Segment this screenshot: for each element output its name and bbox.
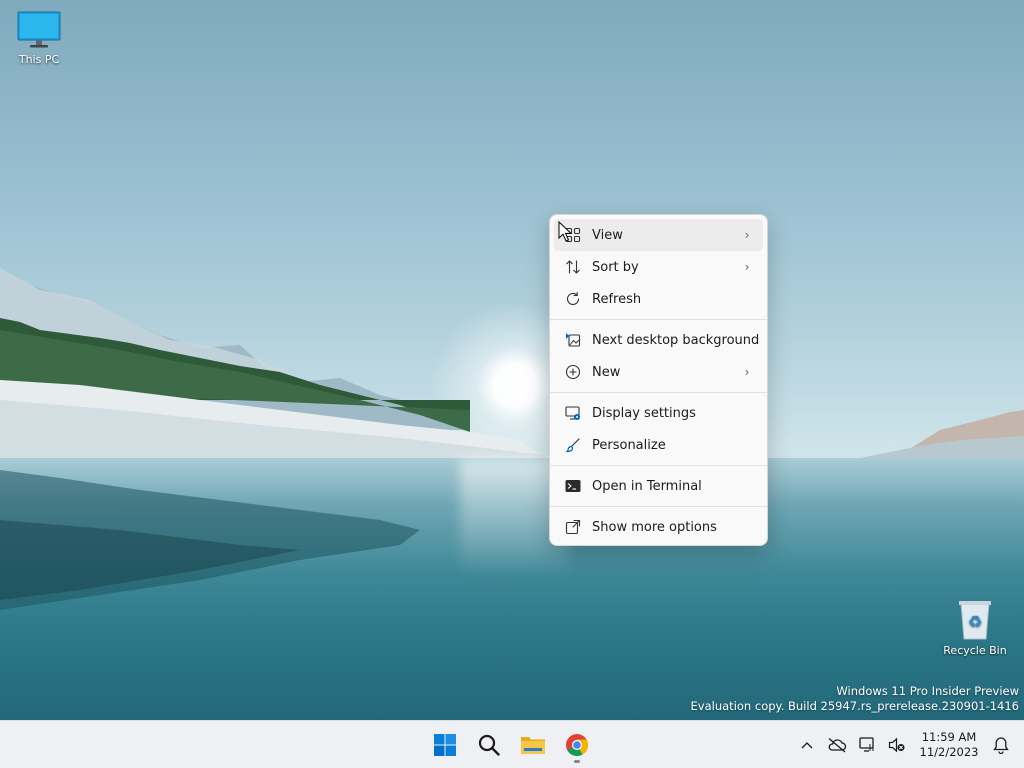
menu-item-label: Show more options bbox=[592, 519, 717, 535]
search-button[interactable] bbox=[469, 725, 509, 765]
running-indicator bbox=[574, 760, 580, 763]
clock-time: 11:59 AM bbox=[921, 730, 977, 744]
menu-item-display-settings[interactable]: Display settings bbox=[554, 397, 763, 429]
mouse-cursor-icon bbox=[558, 221, 572, 242]
menu-item-sort-by[interactable]: Sort by › bbox=[554, 251, 763, 283]
taskbar: 11:59 AM 11/2/2023 bbox=[0, 720, 1024, 768]
chevron-right-icon: › bbox=[744, 365, 750, 379]
taskbar-apps bbox=[425, 721, 597, 768]
menu-item-label: Sort by bbox=[592, 259, 639, 275]
desktop-context-menu: View › Sort by › Refresh Next desktop ba… bbox=[549, 214, 768, 546]
menu-separator bbox=[550, 506, 767, 507]
menu-item-open-in-terminal[interactable]: Open in Terminal bbox=[554, 470, 763, 502]
sort-icon bbox=[564, 258, 582, 276]
menu-separator bbox=[550, 319, 767, 320]
network-disconnected-icon bbox=[859, 737, 874, 752]
cloud-offline-icon bbox=[828, 738, 847, 753]
chevron-right-icon: › bbox=[744, 260, 750, 274]
menu-item-next-desktop-background[interactable]: Next desktop background bbox=[554, 324, 763, 356]
desktop-icon-this-pc[interactable]: This PC bbox=[3, 10, 75, 66]
notifications-button[interactable] bbox=[986, 725, 1016, 765]
evaluation-watermark: Windows 11 Pro Insider Preview Evaluatio… bbox=[691, 684, 1019, 714]
menu-separator bbox=[550, 465, 767, 466]
new-plus-icon bbox=[564, 363, 582, 381]
chevron-right-icon: › bbox=[744, 228, 750, 242]
windows-start-icon bbox=[434, 734, 456, 756]
taskbar-clock[interactable]: 11:59 AM 11/2/2023 bbox=[918, 730, 980, 760]
personalize-brush-icon bbox=[564, 436, 582, 454]
menu-item-label: Display settings bbox=[592, 405, 696, 421]
show-more-options-icon bbox=[564, 518, 582, 536]
volume-tray-button[interactable] bbox=[882, 725, 912, 765]
menu-item-show-more-options[interactable]: Show more options bbox=[554, 511, 763, 543]
refresh-icon bbox=[564, 290, 582, 308]
chevron-up-icon bbox=[801, 742, 813, 749]
menu-item-label: Personalize bbox=[592, 437, 666, 453]
onedrive-tray-button[interactable] bbox=[822, 725, 852, 765]
network-tray-button[interactable] bbox=[852, 725, 882, 765]
system-tray: 11:59 AM 11/2/2023 bbox=[792, 721, 1024, 768]
desktop-icon-label: This PC bbox=[18, 53, 60, 66]
clock-date: 11/2/2023 bbox=[919, 745, 979, 759]
desktop[interactable]: This PC ♻ Recycle Bin Windows 11 Pro Ins… bbox=[0, 0, 1024, 720]
next-background-icon bbox=[564, 331, 582, 349]
menu-separator bbox=[550, 392, 767, 393]
menu-item-personalize[interactable]: Personalize bbox=[554, 429, 763, 461]
watermark-line-1: Windows 11 Pro Insider Preview bbox=[836, 684, 1019, 698]
desktop-icon-label: Recycle Bin bbox=[943, 644, 1007, 657]
chrome-icon bbox=[566, 734, 588, 756]
menu-item-new[interactable]: New › bbox=[554, 356, 763, 388]
recycle-bin-icon: ♻ bbox=[959, 601, 991, 640]
display-settings-icon bbox=[564, 404, 582, 422]
menu-item-label: New bbox=[592, 364, 621, 380]
menu-item-label: Next desktop background bbox=[592, 332, 760, 348]
this-pc-icon bbox=[17, 11, 61, 48]
menu-item-label: Refresh bbox=[592, 291, 642, 307]
show-hidden-icons-button[interactable] bbox=[792, 725, 822, 765]
menu-item-refresh[interactable]: Refresh bbox=[554, 283, 763, 315]
desktop-icon-recycle-bin[interactable]: ♻ Recycle Bin bbox=[939, 597, 1011, 657]
search-icon bbox=[478, 734, 500, 756]
terminal-icon bbox=[564, 477, 582, 495]
file-explorer-button[interactable] bbox=[513, 725, 553, 765]
start-button[interactable] bbox=[425, 725, 465, 765]
svg-text:♻: ♻ bbox=[968, 612, 982, 631]
wallpaper-reflections bbox=[0, 470, 420, 610]
chrome-button[interactable] bbox=[557, 725, 597, 765]
file-explorer-icon bbox=[521, 737, 545, 754]
bell-icon bbox=[993, 737, 1009, 754]
menu-item-view[interactable]: View › bbox=[554, 219, 763, 251]
menu-item-label: View bbox=[592, 227, 623, 243]
volume-muted-icon bbox=[888, 737, 905, 753]
menu-item-label: Open in Terminal bbox=[592, 478, 702, 494]
watermark-line-2: Evaluation copy. Build 25947.rs_prerelea… bbox=[690, 699, 1019, 713]
